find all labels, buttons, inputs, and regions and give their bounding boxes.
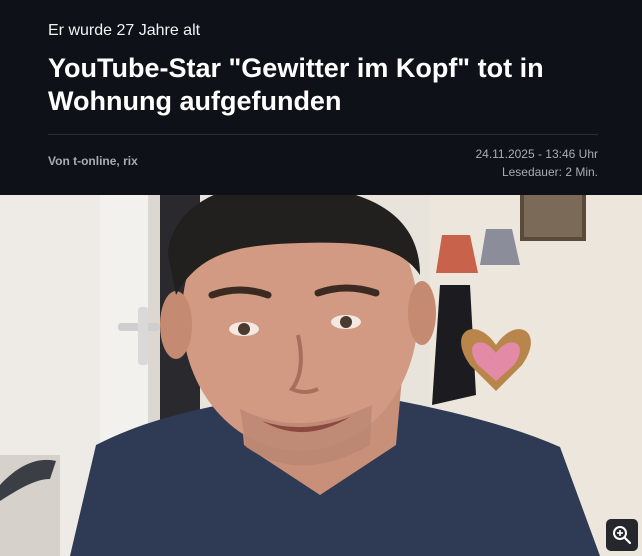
article-reading-time: Lesedauer: 2 Min. (501, 165, 598, 179)
zoom-in-icon (613, 526, 632, 545)
article-photo[interactable] (0, 195, 642, 556)
header-divider (48, 134, 598, 135)
article-byline: Von t-online, rix (48, 154, 138, 168)
portrait-image (0, 195, 642, 556)
article-page: Er wurde 27 Jahre alt YouTube-Star "Gewi… (0, 0, 642, 556)
article-header: Er wurde 27 Jahre alt YouTube-Star "Gewi… (0, 0, 642, 195)
article-headline: YouTube-Star "Gewitter im Kopf" tot in W… (48, 53, 544, 116)
article-date: 24.11.2025 - 13:46 Uhr (475, 147, 598, 161)
article-kicker: Er wurde 27 Jahre alt (48, 22, 201, 39)
zoom-button[interactable] (606, 519, 638, 551)
article-meta: 24.11.2025 - 13:46 Uhr Lesedauer: 2 Min. (475, 145, 598, 181)
